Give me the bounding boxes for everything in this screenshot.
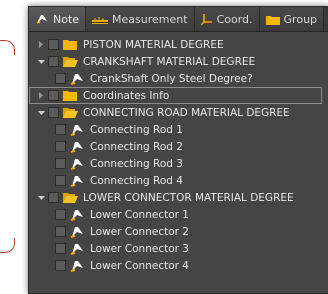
tree-note-label: CrankShaft Only Steel Degree? bbox=[90, 72, 253, 85]
open-folder-icon bbox=[63, 55, 79, 68]
visibility-checkbox[interactable] bbox=[55, 243, 66, 254]
visibility-checkbox[interactable] bbox=[55, 73, 66, 84]
panel-tab-bar: Note Measurement Coord. Group bbox=[29, 7, 328, 32]
tree-note-label: Connecting Rod 3 bbox=[90, 157, 183, 170]
annotation-bracket-bottom bbox=[0, 238, 15, 253]
tree-note-label: Lower Connector 2 bbox=[90, 225, 189, 238]
expand-arrow-icon[interactable] bbox=[36, 40, 46, 50]
note-icon bbox=[70, 208, 86, 221]
visibility-checkbox[interactable] bbox=[48, 39, 59, 50]
tab-coord-label: Coord. bbox=[216, 12, 253, 26]
notes-panel: Note Measurement Coord. Group PISTON MAT… bbox=[28, 6, 328, 294]
collapse-arrow-icon[interactable] bbox=[36, 57, 46, 67]
tree-note-label: Connecting Rod 2 bbox=[90, 140, 183, 153]
tree-note-row[interactable]: Connecting Rod 3 bbox=[29, 155, 328, 172]
tree-note-label: Connecting Rod 4 bbox=[90, 174, 183, 187]
tree-group-label: LOWER CONNECTOR MATERIAL DEGREE bbox=[83, 191, 294, 204]
tree-note-row[interactable]: Connecting Rod 1 bbox=[29, 121, 328, 138]
tree-note-row[interactable]: Lower Connector 2 bbox=[29, 223, 328, 240]
tree-note-label: Lower Connector 3 bbox=[90, 242, 189, 255]
tab-coord[interactable]: Coord. bbox=[194, 7, 260, 31]
tree-note-row[interactable]: CrankShaft Only Steel Degree? bbox=[29, 70, 328, 87]
tree-group-label: CRANKSHAFT MATERIAL DEGREE bbox=[83, 55, 256, 68]
coordinate-axis-icon bbox=[200, 13, 213, 25]
visibility-checkbox[interactable] bbox=[48, 90, 59, 101]
note-icon bbox=[70, 259, 86, 272]
note-icon bbox=[70, 174, 86, 187]
visibility-checkbox[interactable] bbox=[55, 226, 66, 237]
expand-arrow-icon[interactable] bbox=[36, 91, 46, 101]
tree-note-row[interactable]: Lower Connector 1 bbox=[29, 206, 328, 223]
tree-note-label: Lower Connector 4 bbox=[90, 259, 189, 272]
note-icon bbox=[70, 225, 86, 238]
tree-note-row[interactable]: Lower Connector 3 bbox=[29, 240, 328, 257]
tree-group-row[interactable]: CRANKSHAFT MATERIAL DEGREE bbox=[29, 53, 328, 70]
note-tree: PISTON MATERIAL DEGREE CRANKSHAFT MATERI… bbox=[29, 32, 328, 274]
visibility-checkbox[interactable] bbox=[48, 56, 59, 67]
tab-group-label: Group bbox=[283, 12, 318, 26]
tab-note-label: Note bbox=[53, 12, 80, 26]
tab-measurement-label: Measurement bbox=[112, 12, 188, 26]
folder-icon bbox=[63, 38, 79, 51]
tree-note-row[interactable]: Lower Connector 4 bbox=[29, 257, 328, 274]
tree-group-label: PISTON MATERIAL DEGREE bbox=[83, 38, 224, 51]
tree-group-row[interactable]: PISTON MATERIAL DEGREE bbox=[29, 36, 328, 53]
tree-group-label: CONNECTING ROAD MATERIAL DEGREE bbox=[83, 106, 290, 119]
tree-note-row[interactable]: Connecting Rod 4 bbox=[29, 172, 328, 189]
note-icon bbox=[35, 13, 49, 25]
folder-icon bbox=[63, 89, 79, 102]
visibility-checkbox[interactable] bbox=[48, 107, 59, 118]
visibility-checkbox[interactable] bbox=[55, 158, 66, 169]
annotation-bracket-top bbox=[0, 40, 15, 55]
visibility-checkbox[interactable] bbox=[55, 124, 66, 135]
visibility-checkbox[interactable] bbox=[55, 141, 66, 152]
collapse-arrow-icon[interactable] bbox=[36, 108, 46, 118]
note-icon bbox=[70, 242, 86, 255]
tree-group-row[interactable]: LOWER CONNECTOR MATERIAL DEGREE bbox=[29, 189, 328, 206]
folder-icon bbox=[265, 14, 280, 25]
tree-group-label: Coordinates Info bbox=[83, 89, 170, 102]
visibility-checkbox[interactable] bbox=[55, 175, 66, 186]
open-folder-icon bbox=[63, 191, 79, 204]
note-icon bbox=[70, 157, 86, 170]
tree-note-row[interactable]: Connecting Rod 2 bbox=[29, 138, 328, 155]
tab-note[interactable]: Note bbox=[29, 7, 87, 31]
tree-note-label: Lower Connector 1 bbox=[90, 208, 189, 221]
tree-note-label: Connecting Rod 1 bbox=[90, 123, 183, 136]
tab-measurement[interactable]: Measurement bbox=[86, 7, 195, 31]
visibility-checkbox[interactable] bbox=[55, 260, 66, 271]
note-icon bbox=[70, 72, 86, 85]
open-folder-icon bbox=[63, 106, 79, 119]
note-icon bbox=[70, 140, 86, 153]
collapse-arrow-icon[interactable] bbox=[36, 193, 46, 203]
tree-group-row[interactable]: CONNECTING ROAD MATERIAL DEGREE bbox=[29, 104, 328, 121]
tree-group-row-selected[interactable]: Coordinates Info bbox=[29, 87, 322, 104]
visibility-checkbox[interactable] bbox=[48, 192, 59, 203]
visibility-checkbox[interactable] bbox=[55, 209, 66, 220]
note-icon bbox=[70, 123, 86, 136]
tab-group[interactable]: Group bbox=[259, 7, 325, 31]
ruler-icon bbox=[92, 14, 109, 24]
